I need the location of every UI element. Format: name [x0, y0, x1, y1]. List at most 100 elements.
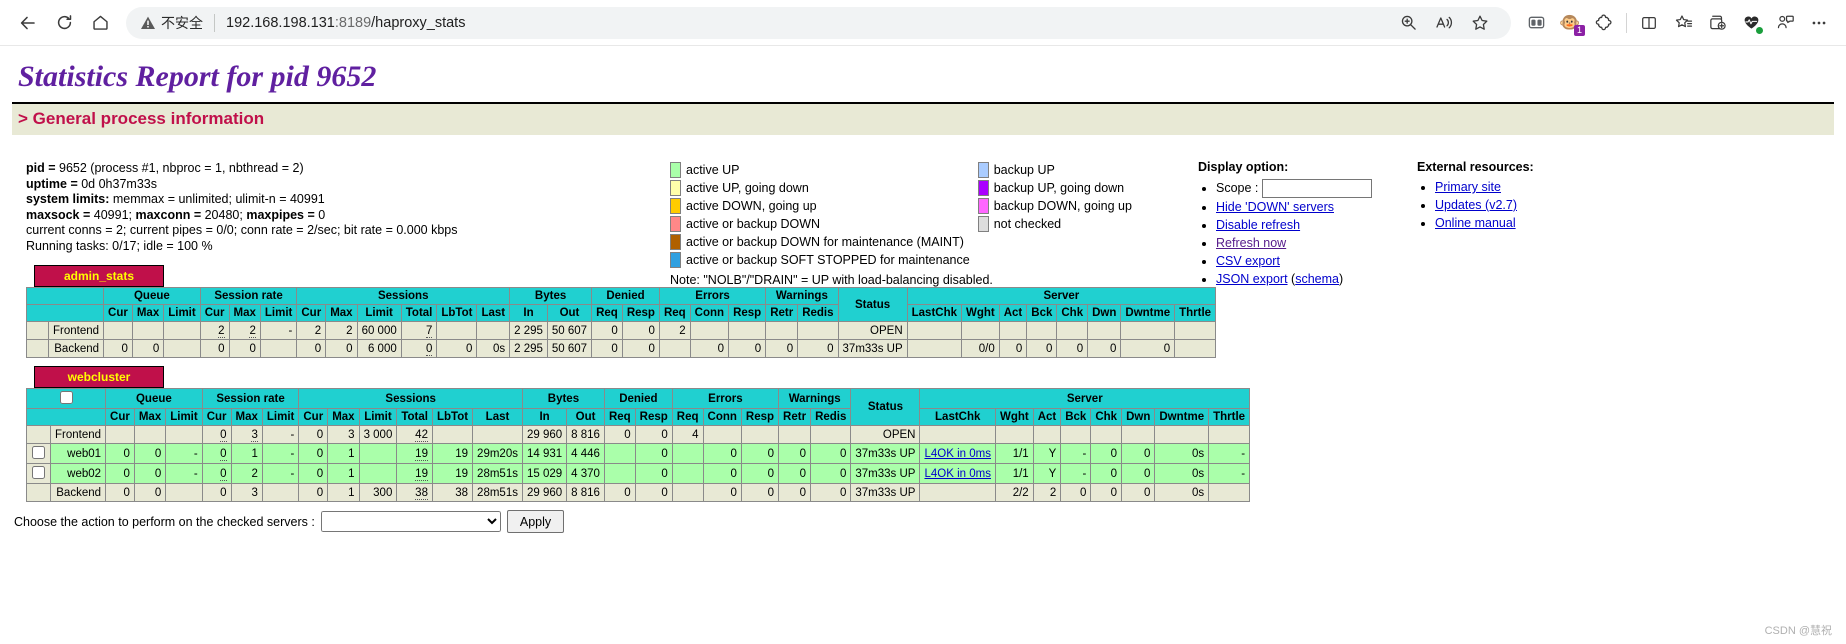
legend-item: backup UP [977, 161, 1132, 179]
cell-chk: - [1060, 443, 1092, 464]
csv-export-item[interactable]: CSV export [1216, 253, 1372, 270]
tooltip-value[interactable]: 3 [251, 428, 258, 442]
security-warning[interactable]: 不安全 [140, 13, 203, 33]
cell-max: 2 [228, 321, 261, 340]
cell-total: 7 [400, 321, 438, 340]
copilot-icon[interactable] [1768, 8, 1802, 38]
lastchk-link[interactable]: L4OK in 0ms [924, 468, 990, 480]
home-button[interactable] [82, 7, 118, 39]
hide-down-servers-item[interactable]: Hide 'DOWN' servers [1216, 199, 1372, 216]
row-checkbox-cell [26, 321, 49, 340]
row-checkbox-cell [26, 483, 51, 502]
updates-item[interactable]: Updates (v2.7) [1435, 197, 1534, 214]
url-path: /haproxy_stats [371, 14, 466, 31]
json-export-link[interactable]: JSON export [1216, 272, 1288, 286]
online-manual-item[interactable]: Online manual [1435, 215, 1534, 232]
refresh-now-item[interactable]: Refresh now [1216, 235, 1372, 252]
tooltip-value[interactable]: 7 [425, 324, 433, 338]
refresh-now-link[interactable]: Refresh now [1216, 236, 1286, 250]
extensions-puzzle-icon[interactable] [1587, 8, 1621, 38]
column-header-bck: Bck [1026, 304, 1058, 322]
json-export-item[interactable]: JSON export (schema) [1216, 271, 1372, 288]
tooltip-value[interactable]: 0 [220, 467, 227, 481]
cell-total: 38 [396, 483, 433, 502]
tooltip-value[interactable]: 0 [425, 342, 433, 356]
split-screen-icon[interactable] [1632, 8, 1666, 38]
cell-dwntme [1121, 425, 1156, 444]
column-header-row: Cur Max Limit Cur Max Limit Cur Max Limit Total Lb… [25, 408, 1251, 426]
process-info-line: maxsock = 40991; maxconn = 20480; maxpip… [26, 208, 458, 224]
column-header-blank [25, 304, 105, 322]
legend-item: backup DOWN, going up [977, 197, 1132, 215]
scope-input[interactable] [1262, 179, 1373, 198]
cell-dwntme [1087, 321, 1122, 340]
favorite-star-icon[interactable] [1463, 8, 1497, 38]
legend-swatch-active-up [670, 162, 681, 178]
column-header-out: Out [566, 408, 605, 426]
zoom-icon[interactable] [1391, 8, 1425, 38]
cell-bck [998, 321, 1028, 340]
apply-button[interactable]: Apply [506, 510, 565, 533]
favorites-list-icon[interactable] [1666, 8, 1700, 38]
tooltip-value[interactable]: 2 [218, 324, 225, 338]
external-resources-title: External resources: [1417, 160, 1534, 174]
add-to-collections-icon[interactable] [1700, 8, 1734, 38]
tooltip-value[interactable]: 0 [220, 447, 227, 461]
display-option-panel: Display option: Scope : Hide 'DOWN' serv… [1198, 159, 1373, 289]
disable-refresh-item[interactable]: Disable refresh [1216, 217, 1372, 234]
process-info-block: pid = 9652 (process #1, nbproc = 1, nbth… [26, 161, 458, 254]
tooltip-value[interactable]: 19 [415, 447, 428, 461]
more-options-icon[interactable] [1802, 8, 1836, 38]
updates-link[interactable]: Updates (v2.7) [1435, 198, 1517, 212]
proxy-name-admin_stats: admin_stats [34, 265, 164, 287]
csv-export-link[interactable]: CSV export [1216, 254, 1280, 268]
primary-site-item[interactable]: Primary site [1435, 179, 1534, 196]
online-manual-link[interactable]: Online manual [1435, 216, 1516, 230]
cell-out: 50 607 [546, 321, 593, 340]
extension-monkey-icon[interactable]: 🐵 1 [1553, 8, 1587, 38]
legend-swatch-backup-up [977, 162, 989, 178]
row-checkbox-web02[interactable] [32, 466, 45, 479]
row-checkbox-web01[interactable] [32, 446, 45, 459]
read-aloud-icon[interactable] [1427, 8, 1461, 38]
back-button[interactable] [10, 7, 46, 39]
disable-refresh-link[interactable]: Disable refresh [1216, 218, 1300, 232]
lastchk-link[interactable]: L4OK in 0ms [924, 448, 990, 460]
address-bar[interactable]: 不安全 192.168.198.131:8189/haproxy_stats [126, 6, 1511, 39]
tooltip-value[interactable]: 38 [415, 486, 428, 500]
json-schema-link[interactable]: schema [1295, 272, 1339, 286]
cell-limit [163, 321, 201, 340]
collections-icon[interactable] [1519, 8, 1553, 38]
reload-button[interactable] [46, 7, 82, 39]
json-schema-suffix: ) [1339, 272, 1344, 286]
browser-essentials-heart-icon[interactable] [1734, 8, 1768, 38]
tooltip-value[interactable]: 19 [415, 467, 428, 481]
legend-swatch-soft-stopped [670, 252, 681, 268]
column-header-out: Out [546, 304, 593, 322]
legend-swatch-backup-up-going-down [977, 180, 989, 196]
select-all-checkbox[interactable] [59, 391, 73, 404]
cell-limit [163, 339, 201, 358]
cell-req [671, 443, 704, 464]
tooltip-value[interactable]: 2 [249, 324, 256, 338]
column-header-retr: Retr [765, 304, 799, 322]
table-row: Frontend 0 3-0 3 3 000 42 29 960 8 816 0 0 4 OPEN [26, 425, 1251, 444]
cell-req [671, 483, 704, 502]
cell-resp: 0 [621, 321, 660, 340]
group-header-row: Queue Session rate Sessions Bytes Denied Erro… [25, 388, 1251, 426]
hide-down-servers-link[interactable]: Hide 'DOWN' servers [1216, 200, 1334, 214]
cell-req [671, 463, 704, 484]
server-action-select[interactable] [320, 511, 501, 532]
cell-retr: 0 [778, 443, 812, 464]
cell-retr: 0 [778, 463, 812, 484]
cell-dwntme: 0 [1121, 463, 1156, 484]
current-conns-value: current conns = 2; current pipes = 0/0; … [26, 223, 458, 237]
cell-conn [702, 425, 742, 444]
tooltip-value[interactable]: 0 [220, 428, 227, 442]
proxy-tables: admin_stats Queue Session rate Sessions Byte… [12, 265, 1834, 502]
primary-site-link[interactable]: Primary site [1435, 180, 1501, 194]
cell-last: 29m20s [472, 443, 523, 464]
scope-row: Scope : [1216, 179, 1373, 198]
cell-lastchk: 37m33s UP [837, 339, 908, 358]
tooltip-value[interactable]: 42 [415, 428, 428, 442]
